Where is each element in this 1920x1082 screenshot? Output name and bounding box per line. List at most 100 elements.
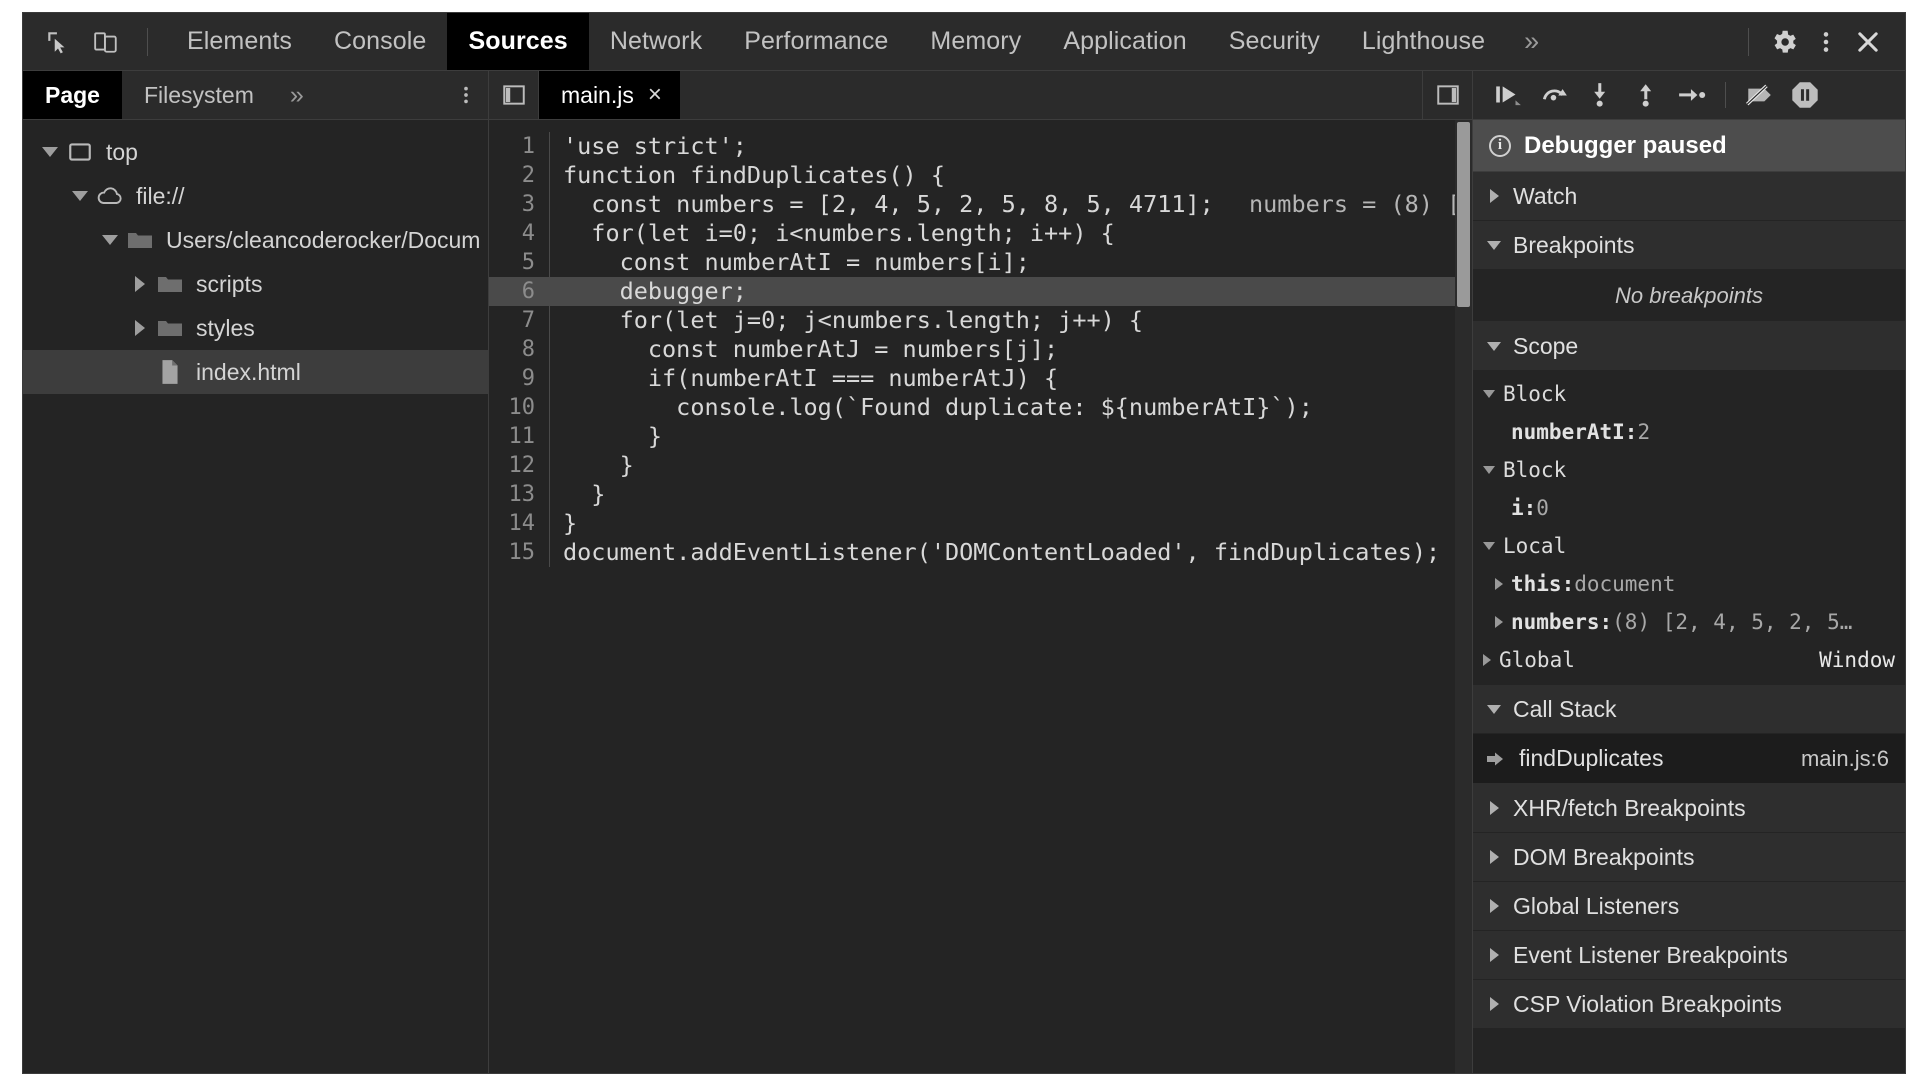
chevron-down-icon[interactable]	[1485, 240, 1503, 250]
tab-sources[interactable]: Sources	[447, 13, 589, 70]
close-icon[interactable]: ×	[648, 83, 662, 107]
chevron-down-icon[interactable]	[1483, 542, 1495, 550]
chevron-down-icon[interactable]	[97, 235, 123, 245]
chevron-right-icon[interactable]	[1485, 948, 1503, 962]
chevron-down-icon[interactable]	[1483, 466, 1495, 474]
pause-on-exceptions-icon[interactable]	[1784, 75, 1826, 115]
nav-tab-filesystem[interactable]: Filesystem	[122, 71, 276, 119]
code-line[interactable]: 3 const numbers = [2, 4, 5, 2, 5, 8, 5, …	[489, 190, 1472, 219]
section-event-listener-breakpoints[interactable]: Event Listener Breakpoints	[1473, 931, 1905, 980]
chevron-down-icon[interactable]	[1485, 341, 1503, 351]
scope-variable[interactable]: i: 0	[1473, 489, 1905, 527]
scope-group[interactable]: Block	[1473, 375, 1905, 413]
section-dom-breakpoints[interactable]: DOM Breakpoints	[1473, 833, 1905, 882]
step-out-of-current-function-icon[interactable]	[1625, 75, 1667, 115]
line-number[interactable]: 1	[489, 132, 549, 161]
chevron-right-icon[interactable]	[1483, 654, 1491, 666]
tree-item-users-folder[interactable]: Users/cleancoderocker/Docum	[23, 218, 488, 262]
section-global-listeners[interactable]: Global Listeners	[1473, 882, 1905, 931]
tab-memory[interactable]: Memory	[909, 13, 1042, 70]
chevron-right-icon[interactable]	[1495, 578, 1503, 590]
line-number[interactable]: 15	[489, 538, 549, 567]
chevron-right-icon[interactable]	[1495, 616, 1503, 628]
tab-elements[interactable]: Elements	[166, 13, 313, 70]
chevron-right-icon[interactable]	[1485, 997, 1503, 1011]
code-line[interactable]: 9 if(numberAtI === numberAtJ) {	[489, 364, 1472, 393]
tab-performance[interactable]: Performance	[723, 13, 909, 70]
section-watch[interactable]: Watch	[1473, 172, 1905, 221]
chevron-down-icon[interactable]	[67, 191, 93, 201]
code-line[interactable]: 1 'use strict';	[489, 132, 1472, 161]
scope-variable[interactable]: numberAtI: 2	[1473, 413, 1905, 451]
chevron-right-icon[interactable]	[1485, 189, 1503, 203]
section-breakpoints[interactable]: Breakpoints	[1473, 221, 1905, 270]
scope-group[interactable]: Global Window	[1473, 641, 1905, 679]
tab-security[interactable]: Security	[1208, 13, 1341, 70]
editor-vertical-scrollbar[interactable]	[1455, 120, 1472, 1073]
device-toolbar-icon[interactable]	[87, 23, 125, 61]
chevron-right-icon[interactable]	[127, 320, 153, 336]
chevron-right-icon[interactable]	[127, 276, 153, 292]
line-number[interactable]: 8	[489, 335, 549, 364]
tab-lighthouse[interactable]: Lighthouse	[1341, 13, 1506, 70]
section-xhr-fetch-breakpoints[interactable]: XHR/fetch Breakpoints	[1473, 784, 1905, 833]
code-line[interactable]: 4 for(let i=0; i<numbers.length; i++) {	[489, 219, 1472, 248]
step-into-next-function-call-icon[interactable]	[1579, 75, 1621, 115]
code-line[interactable]: 15 document.addEventListener('DOMContentL…	[489, 538, 1472, 567]
tree-item-styles-folder[interactable]: styles	[23, 306, 488, 350]
chevron-right-icon[interactable]	[1485, 801, 1503, 815]
line-number[interactable]: 13	[489, 480, 549, 509]
file-tab-main-js[interactable]: main.js ×	[539, 71, 680, 119]
step-icon[interactable]	[1671, 75, 1713, 115]
show-navigator-icon[interactable]	[489, 71, 539, 119]
scope-group[interactable]: Local	[1473, 527, 1905, 565]
chevron-down-icon[interactable]	[1485, 704, 1503, 714]
section-scope[interactable]: Scope	[1473, 322, 1905, 371]
more-options-icon[interactable]	[1807, 23, 1845, 61]
line-number[interactable]: 4	[489, 219, 549, 248]
code-line[interactable]: 2 function findDuplicates() {	[489, 161, 1472, 190]
tree-item-top[interactable]: top	[23, 130, 488, 174]
chevron-down-icon[interactable]	[37, 147, 63, 157]
step-over-next-function-call-icon[interactable]	[1533, 75, 1575, 115]
tree-item-index-html[interactable]: index.html	[23, 350, 488, 394]
line-number[interactable]: 6	[489, 277, 549, 306]
code-line[interactable]: 5 const numberAtI = numbers[i];	[489, 248, 1472, 277]
line-number[interactable]: 14	[489, 509, 549, 538]
line-number[interactable]: 11	[489, 422, 549, 451]
line-number[interactable]: 12	[489, 451, 549, 480]
more-tabs-icon[interactable]: »	[1506, 13, 1557, 70]
code-lines[interactable]: 1 'use strict'; 2 function findDuplicates()…	[489, 120, 1472, 1073]
tab-application[interactable]: Application	[1042, 13, 1207, 70]
code-line[interactable]: 13 }	[489, 480, 1472, 509]
line-number[interactable]: 2	[489, 161, 549, 190]
show-debugger-icon[interactable]	[1422, 71, 1472, 119]
chevron-right-icon[interactable]	[1485, 899, 1503, 913]
code-line[interactable]: 6 debugger;	[489, 277, 1472, 306]
scope-variable[interactable]: numbers: (8) [2, 4, 5, 2, 5…	[1473, 603, 1905, 641]
nav-more-tabs-icon[interactable]: »	[276, 71, 318, 119]
code-editor[interactable]: 1 'use strict'; 2 function findDuplicates()…	[489, 120, 1472, 1073]
close-icon[interactable]	[1849, 23, 1887, 61]
scrollbar-thumb[interactable]	[1457, 122, 1470, 307]
line-number[interactable]: 10	[489, 393, 549, 422]
gear-icon[interactable]	[1765, 23, 1803, 61]
resume-script-execution-icon[interactable]	[1487, 75, 1529, 115]
tree-item-file-protocol[interactable]: file://	[23, 174, 488, 218]
code-line[interactable]: 10 console.log(`Found duplicate: ${numbe…	[489, 393, 1472, 422]
call-stack-frame[interactable]: findDuplicates main.js:6	[1473, 734, 1905, 784]
section-csp-violation-breakpoints[interactable]: CSP Violation Breakpoints	[1473, 980, 1905, 1029]
line-number[interactable]: 3	[489, 190, 549, 219]
line-number[interactable]: 5	[489, 248, 549, 277]
code-line[interactable]: 14}	[489, 509, 1472, 538]
navigator-more-options-icon[interactable]	[444, 71, 488, 119]
deactivate-breakpoints-icon[interactable]	[1738, 75, 1780, 115]
code-line[interactable]: 12 }	[489, 451, 1472, 480]
section-call-stack[interactable]: Call Stack	[1473, 685, 1905, 734]
tab-console[interactable]: Console	[313, 13, 447, 70]
chevron-down-icon[interactable]	[1483, 390, 1495, 398]
chevron-right-icon[interactable]	[1485, 850, 1503, 864]
inspect-element-icon[interactable]	[39, 23, 77, 61]
scope-group[interactable]: Block	[1473, 451, 1905, 489]
nav-tab-page[interactable]: Page	[23, 71, 122, 119]
